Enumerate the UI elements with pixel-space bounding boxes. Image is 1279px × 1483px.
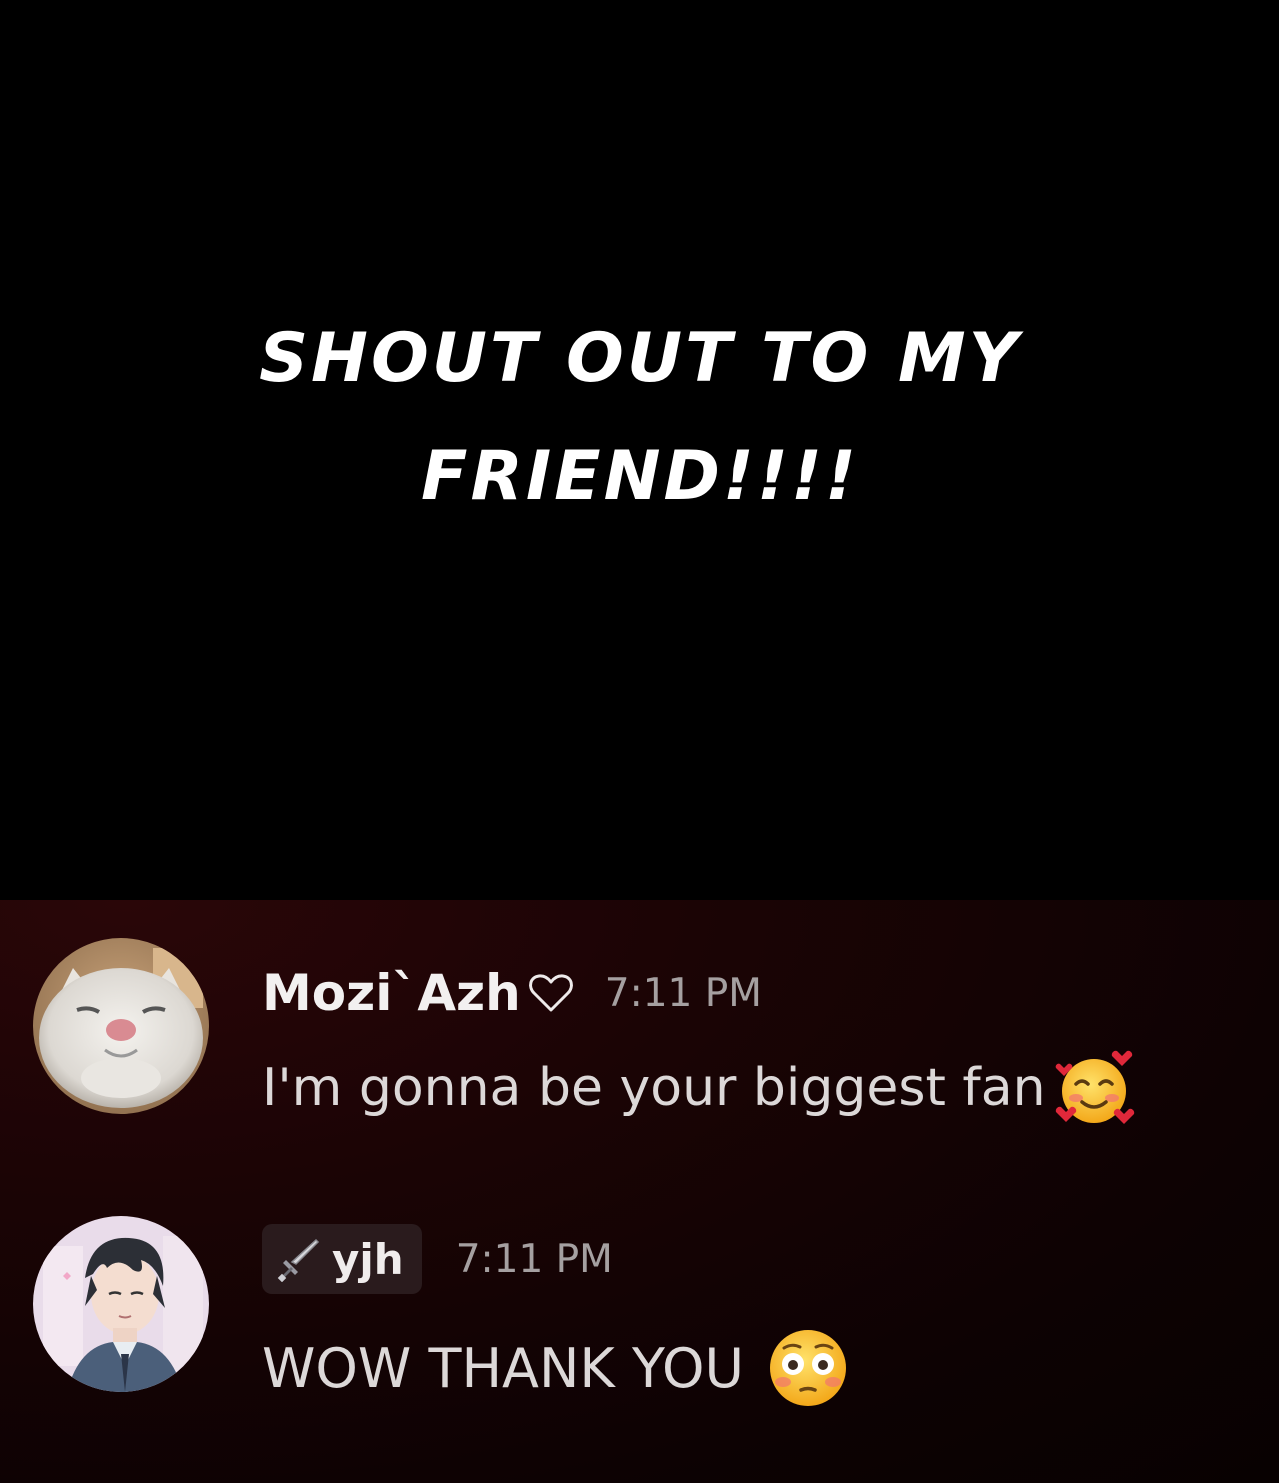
message-text: WOW THANK YOU: [262, 1336, 745, 1400]
username-badge[interactable]: yjh: [262, 1224, 422, 1294]
timestamp: 7:11 PM: [455, 1236, 613, 1282]
heart-outline-icon: [528, 974, 573, 1012]
sword-icon: [277, 1238, 320, 1282]
meme-screenshot: SHOUT OUT TO MY FRIEND!!!! Mozi`Azh 7:11…: [0, 0, 1279, 1483]
message-body: WOW THANK YOU: [262, 1326, 850, 1410]
white-cat-avatar[interactable]: [33, 938, 209, 1114]
anime-avatar-image: [33, 1216, 209, 1392]
smiling-face-with-hearts-icon: [1055, 1050, 1134, 1124]
message-body: I'm gonna be your biggest fan: [262, 1046, 1136, 1130]
flushed-face-icon: [770, 1330, 847, 1406]
caption-text: SHOUT OUT TO MY FRIEND!!!!: [259, 319, 1021, 516]
chat-panel: Mozi`Azh 7:11 PM I'm gonna be your bigge…: [0, 900, 1279, 1483]
message-header: Mozi`Azh 7:11 PM: [262, 958, 762, 1028]
caption-panel: SHOUT OUT TO MY FRIEND!!!!: [0, 0, 1279, 900]
username[interactable]: Mozi`Azh: [262, 964, 521, 1022]
message-header: yjh 7:11 PM: [262, 1224, 613, 1294]
username: yjh: [332, 1234, 404, 1284]
timestamp: 7:11 PM: [604, 970, 762, 1016]
message-text: I'm gonna be your biggest fan: [262, 1058, 1046, 1118]
cat-avatar-image: [33, 938, 209, 1114]
anime-boy-avatar[interactable]: [33, 1216, 209, 1392]
